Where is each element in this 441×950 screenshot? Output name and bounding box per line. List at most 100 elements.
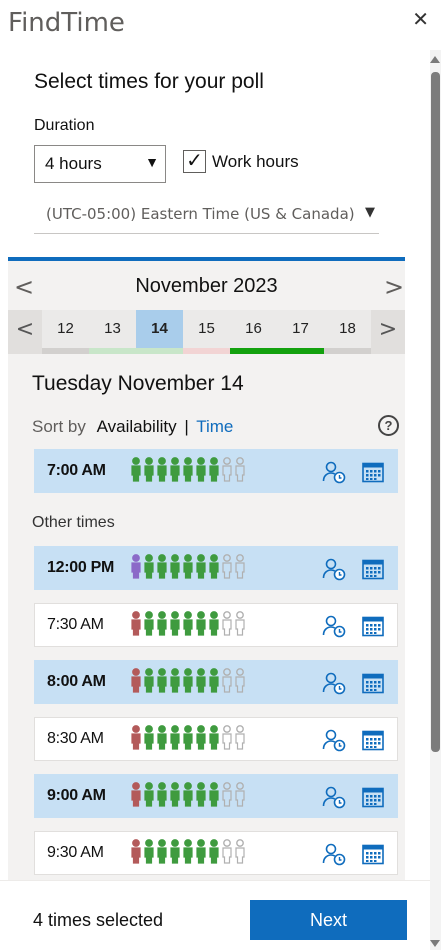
attendee-availability bbox=[130, 781, 246, 809]
calendar-icon[interactable] bbox=[361, 728, 385, 752]
previous-week-button[interactable]: < bbox=[8, 310, 42, 354]
close-icon[interactable]: ✕ bbox=[412, 10, 429, 30]
duration-dropdown[interactable]: 4 hours ▼ bbox=[34, 145, 166, 183]
day-number: 15 bbox=[198, 320, 215, 337]
person-icon bbox=[182, 724, 194, 750]
person-icon bbox=[156, 838, 168, 864]
attendee-availability bbox=[130, 610, 246, 638]
person-icon bbox=[169, 456, 181, 482]
person-icon bbox=[182, 781, 194, 807]
person-icon bbox=[169, 781, 181, 807]
time-slot-row[interactable]: 9:00 AM bbox=[34, 774, 398, 818]
person-icon bbox=[234, 724, 246, 750]
work-hours-checkbox[interactable]: ✓ bbox=[183, 150, 206, 173]
attendee-clock-icon[interactable] bbox=[322, 671, 346, 695]
time-slot-row[interactable]: 7:30 AM bbox=[34, 603, 398, 647]
day-cell[interactable]: 14 bbox=[136, 310, 183, 354]
next-month-button[interactable]: > bbox=[384, 273, 404, 301]
person-icon bbox=[156, 553, 168, 579]
person-icon bbox=[130, 724, 142, 750]
calendar-icon[interactable] bbox=[361, 614, 385, 638]
attendee-clock-icon[interactable] bbox=[322, 557, 346, 581]
help-icon[interactable]: ? bbox=[378, 415, 399, 436]
person-icon bbox=[156, 456, 168, 482]
person-icon bbox=[169, 610, 181, 636]
next-week-button[interactable]: > bbox=[371, 310, 405, 354]
chevron-down-icon: ▼ bbox=[145, 154, 159, 170]
attendee-clock-icon[interactable] bbox=[322, 785, 346, 809]
person-icon bbox=[182, 456, 194, 482]
availability-bar bbox=[277, 348, 324, 354]
calendar-icon[interactable] bbox=[361, 785, 385, 809]
attendee-clock-icon[interactable] bbox=[322, 460, 346, 484]
person-icon bbox=[130, 456, 142, 482]
selected-date-heading: Tuesday November 14 bbox=[32, 372, 244, 395]
person-icon bbox=[169, 553, 181, 579]
slot-time: 8:00 AM bbox=[47, 673, 106, 690]
day-cell[interactable]: 16 bbox=[230, 310, 277, 354]
availability-bar bbox=[89, 348, 136, 354]
slot-time: 9:00 AM bbox=[47, 787, 106, 804]
person-icon bbox=[208, 667, 220, 693]
time-slot-row[interactable]: 12:00 PM bbox=[34, 546, 398, 590]
month-title: November 2023 bbox=[135, 275, 278, 297]
calendar-icon[interactable] bbox=[361, 557, 385, 581]
day-number: 17 bbox=[292, 320, 309, 337]
sort-separator: | bbox=[184, 417, 189, 436]
attendee-clock-icon[interactable] bbox=[322, 842, 346, 866]
person-icon bbox=[143, 724, 155, 750]
attendee-availability bbox=[130, 553, 246, 581]
day-cell[interactable]: 17 bbox=[277, 310, 324, 354]
attendee-availability bbox=[130, 838, 246, 866]
day-cell[interactable]: 13 bbox=[89, 310, 136, 354]
availability-bar bbox=[136, 348, 183, 354]
time-slot-row[interactable]: 8:00 AM bbox=[34, 660, 398, 704]
scroll-up-arrow-icon[interactable] bbox=[430, 56, 440, 63]
person-icon bbox=[221, 724, 233, 750]
attendee-clock-icon[interactable] bbox=[322, 614, 346, 638]
person-icon bbox=[195, 553, 207, 579]
sort-by-label: Sort by bbox=[32, 417, 86, 436]
other-times-label: Other times bbox=[32, 514, 115, 531]
person-icon bbox=[208, 553, 220, 579]
person-icon bbox=[182, 610, 194, 636]
duration-label: Duration bbox=[34, 117, 95, 134]
slot-time: 7:00 AM bbox=[47, 462, 106, 479]
time-slot-row[interactable]: 9:30 AM bbox=[34, 831, 398, 875]
person-icon bbox=[195, 838, 207, 864]
person-icon bbox=[221, 456, 233, 482]
calendar-icon[interactable] bbox=[361, 671, 385, 695]
person-icon bbox=[169, 667, 181, 693]
sort-availability-option[interactable]: Availability bbox=[97, 417, 177, 436]
person-icon bbox=[234, 553, 246, 579]
attendee-clock-icon[interactable] bbox=[322, 728, 346, 752]
chevron-down-icon: ▼ bbox=[365, 205, 375, 220]
day-cell[interactable]: 18 bbox=[324, 310, 371, 354]
slot-time: 7:30 AM bbox=[47, 616, 104, 633]
day-strip: < > 12 13 14 15 16 17 18 bbox=[8, 310, 405, 354]
person-icon bbox=[208, 610, 220, 636]
attendee-availability bbox=[130, 724, 246, 752]
day-cell[interactable]: 12 bbox=[42, 310, 89, 354]
time-slot-row[interactable]: 8:30 AM bbox=[34, 717, 398, 761]
attendee-availability bbox=[130, 667, 246, 695]
sort-time-option[interactable]: Time bbox=[196, 417, 233, 436]
person-icon bbox=[182, 667, 194, 693]
day-number: 13 bbox=[104, 320, 121, 337]
availability-bar bbox=[183, 348, 230, 354]
next-button[interactable]: Next bbox=[250, 900, 407, 940]
timezone-dropdown[interactable]: (UTC-05:00) Eastern Time (US & Canada) ▼ bbox=[34, 196, 379, 234]
calendar-icon[interactable] bbox=[361, 842, 385, 866]
person-icon bbox=[208, 724, 220, 750]
person-icon bbox=[221, 610, 233, 636]
person-icon bbox=[143, 456, 155, 482]
person-icon bbox=[143, 838, 155, 864]
person-icon bbox=[221, 838, 233, 864]
time-slot-row[interactable]: 7:00 AM bbox=[34, 449, 398, 493]
scroll-down-arrow-icon[interactable] bbox=[430, 940, 440, 947]
scrollbar-thumb[interactable] bbox=[431, 72, 440, 752]
person-icon bbox=[143, 553, 155, 579]
day-cell[interactable]: 15 bbox=[183, 310, 230, 354]
duration-value: 4 hours bbox=[45, 154, 102, 173]
calendar-icon[interactable] bbox=[361, 460, 385, 484]
